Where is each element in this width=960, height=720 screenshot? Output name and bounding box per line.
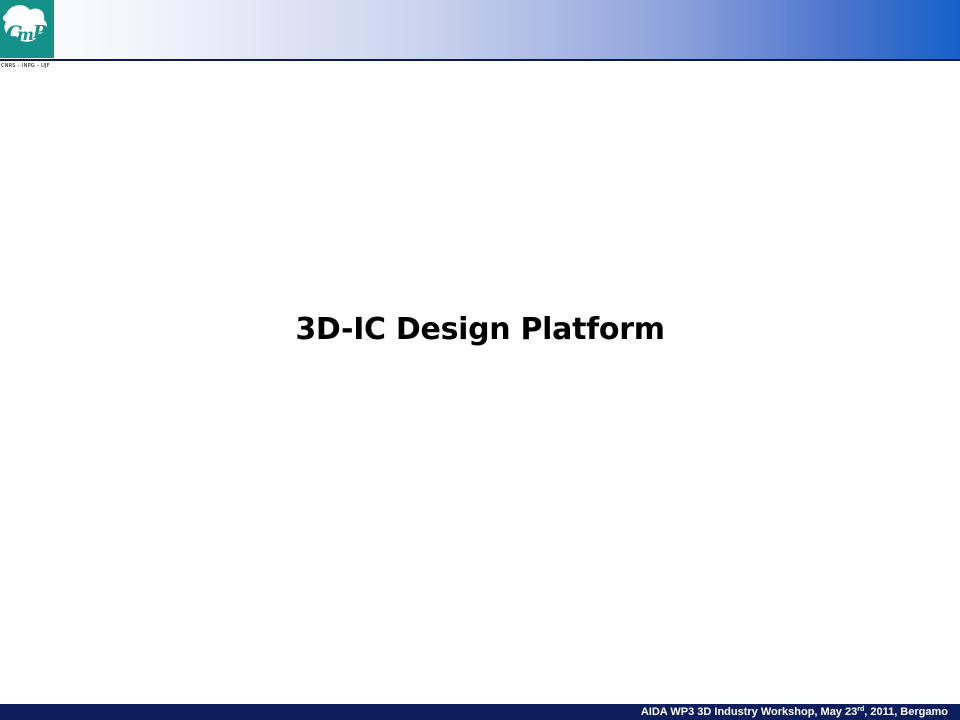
footer-text-tail: , 2011, Bergamo xyxy=(864,706,948,718)
slide: C m P CNRS – INPG – UJF 3D-IC Design Pla… xyxy=(0,0,960,720)
svg-text:m: m xyxy=(17,25,34,44)
slide-title: 3D-IC Design Platform xyxy=(295,312,665,347)
cmp-logo: C m P xyxy=(0,0,54,58)
footer-text-main: AIDA WP3 3D Industry Workshop, May 23 xyxy=(640,706,858,718)
footer-text: AIDA WP3 3D Industry Workshop, May 23rd,… xyxy=(641,704,948,720)
svg-text:P: P xyxy=(32,22,47,43)
logo-caption: CNRS – INPG – UJF xyxy=(1,63,50,69)
header-band xyxy=(0,0,960,61)
footer-band: AIDA WP3 3D Industry Workshop, May 23rd,… xyxy=(0,704,960,720)
